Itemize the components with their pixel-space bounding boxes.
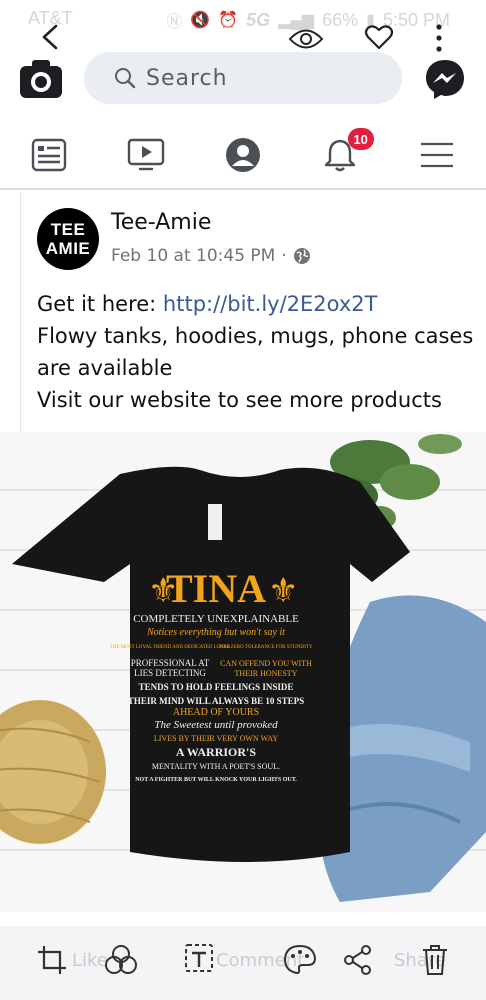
post-body: Get it here: http://bit.ly/2E2ox2T Flowy… xyxy=(37,288,486,416)
shirt-line-j: A WARRIOR'S xyxy=(176,745,256,759)
shirt-line-a: PROFESSIONAL AT xyxy=(131,658,210,668)
post-card: TEE AMIE Tee-Amie Feb 10 at 10:45 PM · G… xyxy=(20,192,486,432)
shirt-left-box: THE MOST LOYAL FRIEND AND DEDICATED LOVE… xyxy=(110,645,231,650)
tab-notifications[interactable]: 10 xyxy=(292,122,389,188)
palette-icon xyxy=(284,944,317,975)
shirt-line-g: AHEAD OF YOURS xyxy=(173,707,259,718)
author-avatar[interactable]: TEE AMIE xyxy=(37,208,99,270)
eye-icon[interactable] xyxy=(288,26,324,52)
trash-icon[interactable] xyxy=(420,943,450,977)
shirt-line-d: THEIR HONESTY xyxy=(235,669,298,678)
crop-icon xyxy=(38,946,66,974)
product-photo: TINA COMPLETELY UNEXPLAINABLE Notices ev… xyxy=(0,432,486,912)
search-icon xyxy=(115,68,136,89)
filter-icon xyxy=(104,945,137,974)
shirt-subtitle: COMPLETELY UNEXPLAINABLE xyxy=(133,613,299,625)
author-name[interactable]: Tee-Amie xyxy=(111,210,211,235)
comment-button[interactable]: Comment xyxy=(180,942,318,978)
shirt-line-c: CAN OFFEND YOU WITH xyxy=(220,659,312,668)
messenger-icon[interactable] xyxy=(424,58,466,100)
main-nav: 10 xyxy=(0,122,486,188)
search-row: Search xyxy=(0,50,486,110)
notification-badge: 10 xyxy=(347,128,374,150)
post-line-3: Visit our website to see more products xyxy=(37,388,442,412)
shirt-line-e: TENDS TO HOLD FEELINGS INSIDE xyxy=(139,682,294,692)
globe-icon xyxy=(293,248,310,264)
shirt-line-i: LIVES BY THEIR VERY OWN WAY xyxy=(154,734,278,743)
tab-menu[interactable] xyxy=(389,122,486,188)
shirt-title: TINA xyxy=(166,566,266,611)
share-button[interactable]: Share xyxy=(342,942,450,978)
watch-icon xyxy=(127,138,164,171)
shirt-line-k: MENTALITY WITH A POET'S SOUL. xyxy=(152,762,280,771)
post-photo[interactable]: TINA COMPLETELY UNEXPLAINABLE Notices ev… xyxy=(0,432,486,912)
post-date[interactable]: Feb 10 at 10:45 PM xyxy=(111,246,275,266)
post-line-1: Get it here: http://bit.ly/2E2ox2T xyxy=(37,288,486,320)
shirt-line-f: THEIR MIND WILL ALWAYS BE 10 STEPS xyxy=(128,696,304,706)
post-line-1-prefix: Get it here: xyxy=(37,292,163,316)
post-action-bar: Like Comment Share xyxy=(0,926,486,1000)
fleur-right-icon: ⚜ xyxy=(268,571,298,611)
avatar-line-2: AMIE xyxy=(45,239,91,258)
shirt-line-b: LIES DETECTING xyxy=(134,668,206,678)
tab-profile[interactable] xyxy=(194,122,291,188)
heart-icon[interactable] xyxy=(364,22,394,52)
shirt-line-l: NOT A FIGHTER BUT WILL KNOCK YOUR LIGHTS… xyxy=(135,777,297,783)
nav-divider xyxy=(0,188,486,190)
post-meta: Feb 10 at 10:45 PM · xyxy=(111,246,311,266)
post-link[interactable]: http://bit.ly/2E2ox2T xyxy=(163,292,378,316)
search-placeholder: Search xyxy=(146,65,228,91)
shirt-right-box: HAS ZERO TOLERANCE FOR STUPIDITY xyxy=(219,645,313,650)
like-button[interactable]: Like xyxy=(36,942,138,978)
like-label: Like xyxy=(72,949,108,971)
search-input[interactable]: Search xyxy=(84,52,402,104)
share-icon xyxy=(344,945,371,975)
shirt-tagline: Notices everything but won't say it xyxy=(146,627,285,638)
camera-icon[interactable] xyxy=(18,58,64,100)
meta-separator: · xyxy=(281,246,287,266)
tab-watch[interactable] xyxy=(97,122,194,188)
shirt-line-h: The Sweetest until provoked xyxy=(154,719,278,731)
news-feed-icon xyxy=(31,138,66,172)
menu-icon xyxy=(421,142,454,168)
post-line-2: Flowy tanks, hoodies, mugs, phone cases … xyxy=(37,324,474,380)
back-arrow-icon[interactable] xyxy=(36,22,66,52)
fleur-left-icon: ⚜ xyxy=(148,571,178,611)
profile-icon xyxy=(226,138,260,172)
tab-news-feed[interactable] xyxy=(0,122,97,188)
sticker-text-icon xyxy=(185,944,213,972)
avatar-line-1: TEE xyxy=(50,220,86,239)
